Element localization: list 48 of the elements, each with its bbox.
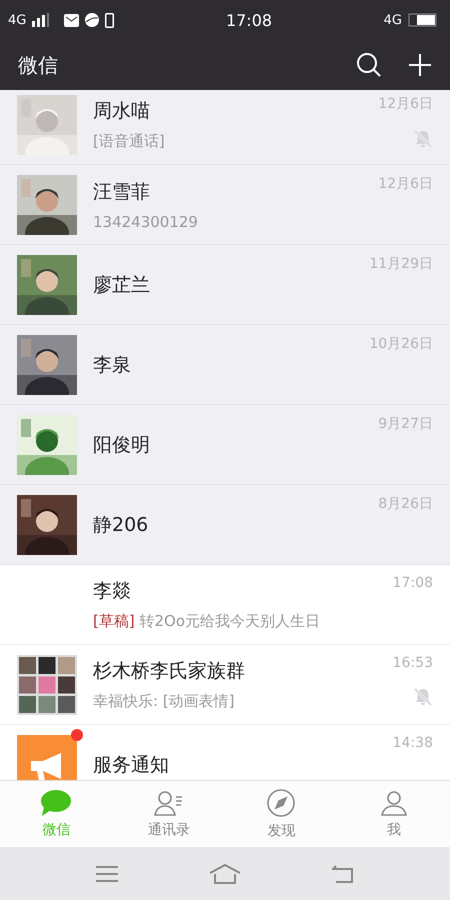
add-icon[interactable] <box>408 53 432 77</box>
network-type: 4G <box>8 12 26 28</box>
network-type: 4G <box>384 12 402 28</box>
browser-icon <box>85 13 100 27</box>
chat-time: 12月6日 <box>378 95 433 113</box>
chat-time: 17:08 <box>392 575 433 591</box>
muted-bell-icon <box>413 687 433 707</box>
chat-row[interactable]: 静206 8月26日 <box>0 485 450 565</box>
home-icon[interactable] <box>208 864 241 884</box>
chat-name: 廖芷兰 <box>93 272 151 298</box>
person-icon <box>378 789 409 817</box>
chat-row[interactable]: 李泉 10月26日 <box>0 325 450 405</box>
mail-icon <box>64 14 80 26</box>
compass-icon <box>266 788 296 818</box>
chat-name: 汪雪菲 <box>93 180 151 204</box>
chat-name: 李泉 <box>93 352 132 378</box>
phone-icon <box>105 12 114 28</box>
chat-time: 11月29日 <box>369 255 433 273</box>
chat-time: 8月26日 <box>378 495 433 513</box>
chat-name: 服务通知 <box>93 752 170 778</box>
chat-row[interactable]: 廖芷兰 11月29日 <box>0 245 450 325</box>
signal-icon <box>32 13 50 27</box>
chat-row[interactable]: 汪雪菲 13424300129 12月6日 <box>0 165 450 245</box>
contacts-icon <box>152 789 185 817</box>
chat-row[interactable]: 阳俊明 9月27日 <box>0 405 450 485</box>
chat-time: 10月26日 <box>369 335 433 353</box>
message-preview: [语音通话] <box>93 132 166 151</box>
clock-time: 17:08 <box>224 10 274 30</box>
chat-name: 杉木桥李氏家族群 <box>93 659 246 684</box>
chat-time: 12月6日 <box>378 175 433 193</box>
search-icon[interactable] <box>356 52 382 78</box>
back-icon[interactable] <box>332 864 354 882</box>
battery-icon <box>408 13 438 27</box>
muted-bell-icon <box>413 129 433 149</box>
chat-time: 9月27日 <box>378 415 433 433</box>
chat-time: 14:38 <box>392 735 433 751</box>
message-preview: [草稿] 转2Oo元给我今天别人生日 <box>93 612 322 631</box>
chat-name: 阳俊明 <box>93 432 151 458</box>
chat-time: 16:53 <box>392 655 433 671</box>
chat-name: 静206 <box>93 512 150 538</box>
message-preview: 幸福快乐: [动画表情] <box>93 692 236 711</box>
app-title: 微信 <box>18 52 59 78</box>
menu-icon[interactable] <box>96 866 118 882</box>
chat-name: 李燚 <box>93 579 132 604</box>
chat-name: 周水喵 <box>93 99 151 124</box>
message-preview: 13424300129 <box>93 212 199 230</box>
chat-row[interactable]: 周水喵 [语音通话] 12月6日 <box>0 90 450 165</box>
chat-icon <box>40 789 72 817</box>
